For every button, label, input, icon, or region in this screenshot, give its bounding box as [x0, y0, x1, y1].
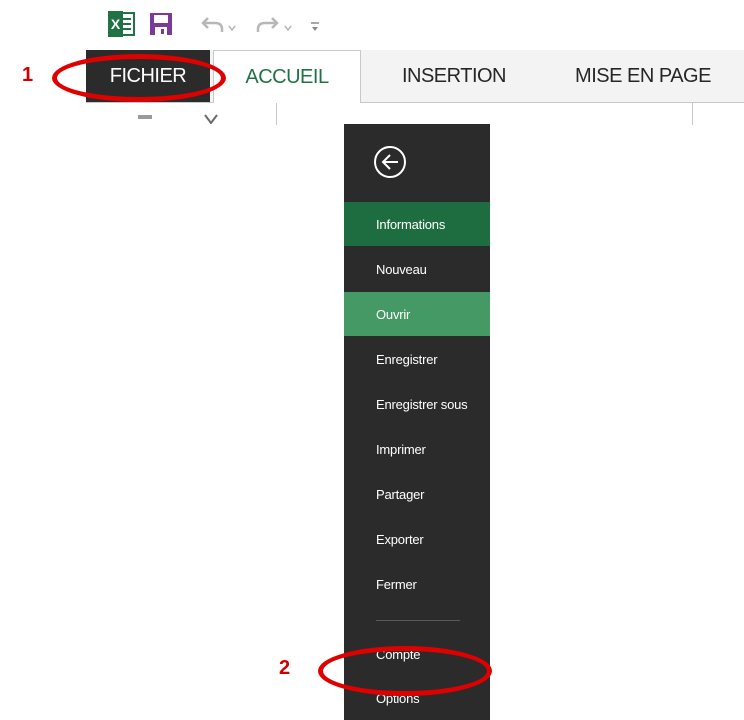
annotation-step-2: 2: [279, 657, 291, 679]
menu-item-exporter[interactable]: Exporter: [344, 517, 490, 561]
annotation-circle-options: [318, 646, 492, 696]
tab-mise-en-page[interactable]: MISE EN PAGE: [548, 50, 738, 102]
menu-item-partager[interactable]: Partager: [344, 472, 490, 516]
back-arrow-icon[interactable]: [372, 144, 408, 185]
ribbon-content: [86, 103, 744, 125]
undo-icon[interactable]: [200, 12, 238, 41]
menu-item-imprimer[interactable]: Imprimer: [344, 427, 490, 471]
excel-glyph: X: [111, 16, 121, 32]
annotation-step-1: 1: [22, 64, 34, 86]
save-icon[interactable]: [149, 12, 173, 41]
ribbon-fragment: [204, 111, 218, 125]
redo-icon[interactable]: [256, 12, 294, 41]
annotation-circle-fichier: [52, 54, 226, 102]
menu-item-ouvrir[interactable]: Ouvrir: [344, 292, 490, 336]
menu-item-enregistrer-sous[interactable]: Enregistrer sous: [344, 382, 490, 426]
tab-insertion[interactable]: INSERTION: [384, 50, 524, 102]
backstage-menu: Informations Nouveau Ouvrir Enregistrer …: [344, 124, 490, 720]
menu-item-nouveau[interactable]: Nouveau: [344, 247, 490, 291]
ribbon-divider: [276, 103, 277, 125]
menu-item-fermer[interactable]: Fermer: [344, 562, 490, 606]
menu-item-informations[interactable]: Informations: [344, 202, 490, 246]
quick-access-toolbar: X: [86, 0, 744, 50]
excel-icon: X: [107, 10, 135, 43]
customize-icon[interactable]: [310, 20, 322, 39]
ribbon-divider: [692, 103, 693, 125]
tab-accueil[interactable]: ACCUEIL: [213, 50, 361, 103]
menu-item-enregistrer[interactable]: Enregistrer: [344, 337, 490, 381]
ribbon-fragment: [138, 115, 152, 119]
menu-separator: [376, 620, 460, 621]
